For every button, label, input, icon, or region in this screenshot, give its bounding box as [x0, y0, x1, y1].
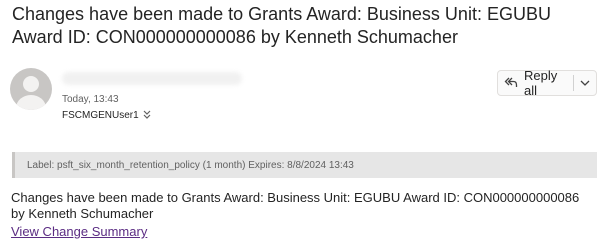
reply-all-split-button: Reply all [497, 68, 597, 98]
retention-label-bar: Label: psft_six_month_retention_policy (… [12, 152, 597, 178]
email-body: Changes have been made to Grants Award: … [11, 190, 580, 221]
reply-options-button[interactable] [574, 74, 596, 92]
view-change-summary-link[interactable]: View Change Summary [11, 224, 147, 239]
recipient-line[interactable]: FSCMGENUser1 [62, 110, 151, 121]
retention-label-text: Label: psft_six_month_retention_policy (… [27, 159, 354, 171]
reply-all-icon [504, 75, 518, 92]
reply-all-button[interactable]: Reply all [498, 68, 567, 98]
recipient-name[interactable]: FSCMGENUser1 [62, 110, 139, 121]
avatar-body [16, 95, 46, 110]
chevron-down-icon [580, 74, 590, 92]
sender-avatar[interactable] [10, 68, 52, 110]
email-subject: Changes have been made to Grants Award: … [12, 4, 551, 47]
chevron-double-down-icon[interactable] [143, 110, 151, 121]
reply-all-label: Reply all [524, 68, 558, 98]
avatar-head [23, 76, 39, 92]
email-date: Today, 13:43 [62, 94, 119, 105]
sender-name-redacted [62, 72, 242, 85]
